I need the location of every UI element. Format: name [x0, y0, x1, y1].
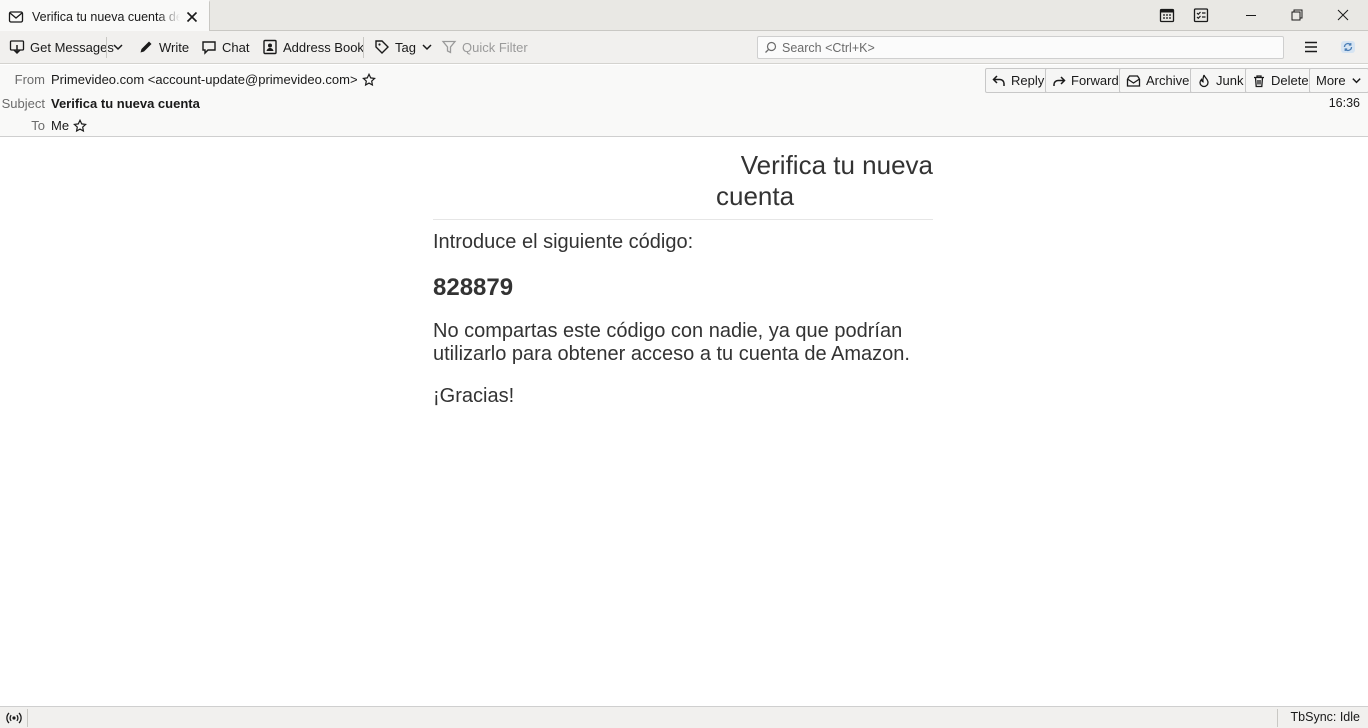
more-button[interactable]: More — [1309, 68, 1368, 93]
chat-label: Chat — [222, 39, 250, 55]
verification-code: 828879 — [433, 274, 514, 301]
app-menu-button[interactable] — [1301, 36, 1321, 58]
archive-icon — [1126, 74, 1141, 88]
message-title-line2: cuenta — [716, 181, 795, 211]
forward-label: Forward — [1071, 73, 1119, 88]
status-bar: TbSync: Idle — [0, 706, 1368, 728]
reply-label: Reply — [1011, 73, 1045, 88]
chat-button[interactable]: Chat — [199, 36, 251, 58]
address-book-label: Address Book — [283, 39, 364, 55]
to-recipient[interactable]: Me — [51, 118, 69, 133]
calendar-icon[interactable] — [1157, 5, 1177, 25]
status-divider — [27, 709, 28, 727]
from-label: From — [14, 72, 45, 87]
write-button[interactable]: Write — [136, 36, 191, 58]
forward-button[interactable]: Forward — [1045, 68, 1126, 93]
subject-value: Verifica tu nueva cuenta — [51, 96, 200, 111]
junk-label: Junk — [1216, 73, 1244, 88]
message-header: From Primevideo.com <account-update@prim… — [0, 65, 1368, 137]
junk-button[interactable]: Junk — [1190, 68, 1251, 93]
message-body: Verifica tu nueva cuenta Introduce el si… — [433, 150, 933, 408]
from-value[interactable]: Primevideo.com <account-update@primevide… — [51, 72, 376, 87]
minimize-icon[interactable] — [1241, 5, 1261, 25]
tab-title: Verifica tu nueva cuenta de Amazon — [32, 9, 180, 24]
trash-icon — [1252, 74, 1266, 88]
star-icon[interactable] — [361, 72, 376, 87]
tbsync-status[interactable]: TbSync: Idle — [1291, 710, 1360, 724]
delete-button[interactable]: Delete — [1245, 68, 1316, 93]
tab-bar: Verifica tu nueva cuenta de Amazon — [0, 0, 1368, 31]
message-title: Verifica tu nueva cuenta — [433, 150, 933, 220]
sync-status-button[interactable] — [1338, 36, 1358, 58]
delete-label: Delete — [1271, 73, 1309, 88]
search-input[interactable]: Search <Ctrl+K> — [757, 36, 1284, 59]
mail-icon — [8, 9, 24, 25]
close-icon[interactable] — [184, 9, 200, 25]
subject-row: Subject Verifica tu nueva cuenta — [0, 96, 200, 111]
tasks-icon[interactable] — [1191, 5, 1211, 25]
quick-filter-label: Quick Filter — [462, 39, 528, 55]
to-label: To — [31, 118, 45, 133]
write-label: Write — [159, 39, 190, 55]
message-time: 16:36 — [1328, 96, 1360, 110]
message-title-line1: Verifica tu nueva — [740, 150, 933, 180]
message-warning: No compartas este código con nadie, ya q… — [433, 320, 910, 365]
message-thanks: ¡Gracias! — [433, 385, 515, 407]
flame-icon — [1197, 74, 1211, 88]
online-status-icon[interactable] — [6, 710, 22, 726]
from-address[interactable]: Primevideo.com <account-update@primevide… — [51, 72, 358, 87]
search-placeholder: Search <Ctrl+K> — [782, 40, 875, 55]
search-icon — [764, 41, 777, 54]
reply-button[interactable]: Reply — [985, 68, 1052, 93]
get-messages-label: Get Messages — [30, 39, 114, 55]
tag-button[interactable]: Tag — [372, 36, 435, 58]
filter-icon — [441, 39, 457, 55]
to-value[interactable]: Me — [51, 118, 88, 133]
download-icon — [9, 39, 25, 55]
reply-icon — [992, 74, 1006, 88]
get-messages-dropdown[interactable] — [110, 36, 126, 58]
star-icon[interactable] — [73, 118, 88, 133]
pencil-icon — [138, 39, 154, 55]
quick-filter-button[interactable]: Quick Filter — [439, 36, 530, 58]
toolbar-divider — [106, 37, 107, 58]
toolbar-divider — [363, 37, 364, 58]
main-toolbar: Get Messages Write Chat Address Book Tag — [0, 31, 1368, 64]
archive-button[interactable]: Archive — [1119, 68, 1197, 93]
close-window-icon[interactable] — [1333, 5, 1353, 25]
address-book-icon — [262, 39, 278, 55]
restore-icon[interactable] — [1287, 5, 1307, 25]
address-book-button[interactable]: Address Book — [260, 36, 366, 58]
tag-label: Tag — [395, 39, 416, 55]
status-divider — [1277, 709, 1278, 727]
archive-label: Archive — [1146, 73, 1190, 88]
subject-label: Subject — [1, 96, 45, 111]
tab-message[interactable]: Verifica tu nueva cuenta de Amazon — [0, 0, 210, 31]
more-label: More — [1316, 73, 1346, 88]
get-messages-button[interactable]: Get Messages — [7, 36, 116, 58]
message-intro: Introduce el siguiente código: — [433, 231, 694, 253]
sync-icon — [1340, 39, 1356, 55]
hamburger-menu-icon — [1303, 39, 1319, 55]
forward-icon — [1052, 74, 1066, 88]
tag-icon — [374, 39, 390, 55]
chat-icon — [201, 39, 217, 55]
chevron-down-icon — [1351, 75, 1362, 86]
chevron-down-icon — [421, 41, 433, 53]
chevron-down-icon — [112, 41, 124, 53]
from-row: From Primevideo.com <account-update@prim… — [0, 72, 376, 87]
to-row: To Me — [0, 118, 88, 133]
